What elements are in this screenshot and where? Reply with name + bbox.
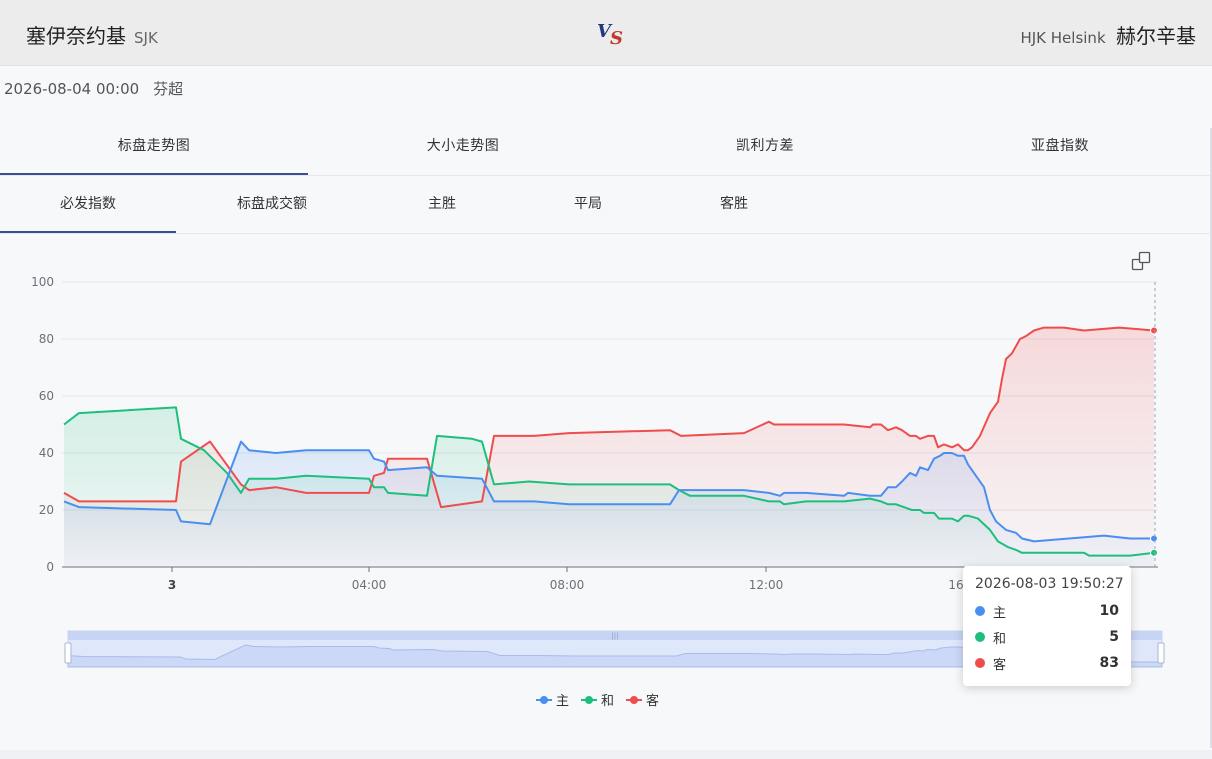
match-datetime: 2026-08-04 00:00 (4, 80, 140, 98)
bottom-strip (0, 750, 1212, 759)
tooltip-time: 2026-08-03 19:50:27 (975, 576, 1124, 592)
series-point (1150, 548, 1158, 557)
x-axis-ticks (171, 567, 965, 572)
tooltip-value: 83 (1099, 655, 1119, 671)
tooltip-dot (975, 606, 985, 616)
y-tick-label: 0 (46, 560, 54, 574)
legend-item-away[interactable]: 客 (626, 690, 659, 709)
restore-icon[interactable] (1131, 251, 1151, 271)
league-name: 芬超 (153, 80, 184, 98)
legend-label: 客 (646, 694, 660, 709)
legend-marker (626, 695, 643, 705)
tooltip-series-name: 和 (993, 631, 1007, 647)
tab-asian-handicap[interactable]: 亚盘指数 (912, 118, 1208, 175)
legend-item-home[interactable]: 主 (536, 690, 569, 709)
tab-home-win[interactable]: 主胜 (392, 176, 492, 233)
tab-draw[interactable]: 平局 (538, 176, 638, 233)
tooltip-value: 10 (1099, 603, 1119, 619)
tooltip-dot (975, 632, 985, 642)
x-tick-label: 08:00 (550, 578, 585, 592)
match-header: 塞伊奈约基 SJK V S HJK Helsink 赫尔辛基 (0, 0, 1212, 66)
chart-tooltip: 2026-08-03 19:50:27 主 10 和 5 客 83 (963, 566, 1131, 686)
tooltip-series-name: 客 (993, 657, 1007, 673)
chart-legend: 主 和 客 (536, 690, 671, 709)
zoom-handle-left[interactable] (64, 642, 72, 664)
vs-logo-icon: V S (597, 21, 623, 48)
tooltip-row-away: 客 83 (975, 650, 1119, 676)
x-tick-label: 3 (168, 578, 176, 592)
y-tick-label: 100 (31, 275, 54, 289)
series-point (1150, 326, 1158, 335)
x-tick-label: 04:00 (352, 578, 387, 592)
tooltip-row-home: 主 10 (975, 598, 1119, 624)
secondary-tabs: 必发指数 标盘成交额 主胜 平局 客胜 (0, 176, 1212, 234)
tab-away-win[interactable]: 客胜 (684, 176, 784, 233)
x-axis-labels: 3 04:00 08:00 12:00 16: (168, 578, 968, 592)
legend-marker (581, 695, 598, 705)
series-layer (63, 326, 1158, 567)
y-tick-label: 80 (39, 332, 54, 346)
tab-betfair-index[interactable]: 必发指数 (0, 176, 176, 233)
y-tick-label: 40 (39, 446, 54, 460)
series-point (1150, 534, 1158, 543)
away-team: HJK Helsink 赫尔辛基 (1020, 20, 1196, 49)
tooltip-row-draw: 和 5 (975, 624, 1119, 650)
svg-text:S: S (610, 28, 623, 48)
x-tick-label: 12:00 (749, 578, 784, 592)
home-team-abbr: SJK (134, 29, 158, 47)
y-tick-label: 20 (39, 503, 54, 517)
home-team: 塞伊奈约基 SJK (26, 20, 158, 49)
legend-marker (536, 695, 552, 705)
tooltip-series-name: 主 (993, 605, 1007, 621)
legend-label: 主 (556, 694, 570, 709)
tab-odds-trend[interactable]: 标盘走势图 (0, 118, 308, 175)
y-tick-label: 60 (39, 389, 54, 403)
away-team-name: 赫尔辛基 (1116, 24, 1196, 48)
tooltip-dot (975, 658, 985, 668)
tab-over-under-trend[interactable]: 大小走势图 (308, 118, 618, 175)
tab-kelly-variance[interactable]: 凯利方差 (618, 118, 912, 175)
legend-label: 和 (601, 694, 615, 709)
primary-tabs: 标盘走势图 大小走势图 凯利方差 亚盘指数 (0, 118, 1212, 176)
svg-text:|||: ||| (611, 632, 618, 640)
zoom-handle-right[interactable] (1157, 642, 1165, 664)
tooltip-value: 5 (1109, 629, 1119, 645)
match-info: 2026-08-04 00:00 芬超 (4, 78, 183, 99)
tab-trade-volume[interactable]: 标盘成交额 (196, 176, 348, 233)
y-axis-labels: 0 20 40 60 80 100 (31, 275, 54, 574)
legend-item-draw[interactable]: 和 (581, 690, 614, 709)
home-team-name: 塞伊奈约基 (26, 24, 126, 48)
away-team-en-name: HJK Helsink (1020, 29, 1106, 47)
